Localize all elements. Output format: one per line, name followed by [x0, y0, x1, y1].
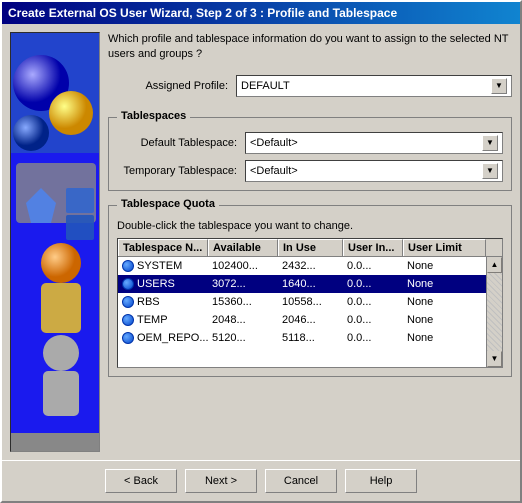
dialog-window: Create External OS User Wizard, Step 2 o…: [0, 0, 522, 503]
col-header-available: Available: [208, 239, 278, 256]
title-text: Create External OS User Wizard, Step 2 o…: [8, 6, 397, 20]
table-cell: 5120...: [208, 331, 278, 345]
default-tablespace-value: <Default>: [250, 137, 298, 149]
table-cell: 2432...: [278, 259, 343, 273]
assigned-profile-label: Assigned Profile:: [108, 80, 228, 92]
tablespace-quota-group: Tablespace Quota Double-click the tables…: [108, 205, 512, 377]
table-row[interactable]: TEMP2048...2046...0.0...None: [118, 311, 486, 329]
cancel-button[interactable]: Cancel: [265, 469, 337, 493]
assigned-profile-arrow[interactable]: ▼: [491, 78, 507, 94]
default-tablespace-select[interactable]: <Default> ▼: [245, 132, 503, 154]
table-cell: 15360...: [208, 295, 278, 309]
table-cell: 2048...: [208, 313, 278, 327]
tablespaces-group-label: Tablespaces: [117, 110, 190, 122]
col-header-user-limit: User Limit: [403, 239, 486, 256]
table-cell: None: [403, 313, 486, 327]
table-cell: None: [403, 277, 486, 291]
table-cell: 0.0...: [343, 295, 403, 309]
temporary-tablespace-arrow[interactable]: ▼: [482, 163, 498, 179]
table-body: SYSTEM102400...2432...0.0...NoneUSERS307…: [118, 257, 486, 367]
table-cell: None: [403, 331, 486, 345]
scroll-thumb: [487, 273, 502, 351]
row-icon: [122, 278, 134, 290]
table-cell: 0.0...: [343, 277, 403, 291]
title-bar: Create External OS User Wizard, Step 2 o…: [2, 2, 520, 24]
table-cell: 5118...: [278, 331, 343, 345]
help-button[interactable]: Help: [345, 469, 417, 493]
table-row[interactable]: USERS3072...1640...0.0...None: [118, 275, 486, 293]
table-cell: 0.0...: [343, 331, 403, 345]
table-row[interactable]: OEM_REPO...5120...5118...0.0...None: [118, 329, 486, 347]
assigned-profile-row: Assigned Profile: DEFAULT ▼: [108, 75, 512, 97]
tablespace-table: Tablespace N... Available In Use User In…: [117, 238, 503, 368]
description-text: Which profile and tablespace information…: [108, 32, 512, 63]
col-header-in-use: In Use: [278, 239, 343, 256]
scroll-down-button[interactable]: ▼: [487, 351, 502, 367]
col-header-name: Tablespace N...: [118, 239, 208, 256]
temporary-tablespace-row: Temporary Tablespace: <Default> ▼: [117, 160, 503, 182]
default-tablespace-arrow[interactable]: ▼: [482, 135, 498, 151]
back-button[interactable]: < Back: [105, 469, 177, 493]
temporary-tablespace-select[interactable]: <Default> ▼: [245, 160, 503, 182]
table-header: Tablespace N... Available In Use User In…: [118, 239, 502, 257]
dialog-content: Which profile and tablespace information…: [2, 24, 520, 460]
table-cell: 0.0...: [343, 313, 403, 327]
left-panel: [10, 32, 100, 452]
row-icon: [122, 332, 134, 344]
table-cell: RBS: [118, 295, 208, 309]
next-button[interactable]: Next >: [185, 469, 257, 493]
temporary-tablespace-value: <Default>: [250, 165, 298, 177]
table-cell: 1640...: [278, 277, 343, 291]
row-icon: [122, 314, 134, 326]
default-tablespace-label: Default Tablespace:: [117, 137, 237, 149]
table-row[interactable]: SYSTEM102400...2432...0.0...None: [118, 257, 486, 275]
tablespaces-group: Tablespaces Default Tablespace: <Default…: [108, 117, 512, 191]
temporary-tablespace-label: Temporary Tablespace:: [117, 165, 237, 177]
table-scrollbar[interactable]: ▲ ▼: [486, 257, 502, 367]
table-cell: TEMP: [118, 313, 208, 327]
tablespace-quota-label: Tablespace Quota: [117, 198, 219, 210]
table-cell: 0.0...: [343, 259, 403, 273]
scroll-up-button[interactable]: ▲: [487, 257, 502, 273]
table-cell: 102400...: [208, 259, 278, 273]
default-tablespace-row: Default Tablespace: <Default> ▼: [117, 132, 503, 154]
table-cell: None: [403, 259, 486, 273]
header-scroll-spacer: [486, 239, 502, 256]
table-cell: 3072...: [208, 277, 278, 291]
table-cell: 10558...: [278, 295, 343, 309]
table-cell: SYSTEM: [118, 259, 208, 273]
quota-instruction: Double-click the tablespace you want to …: [117, 220, 503, 232]
row-icon: [122, 260, 134, 272]
row-icon: [122, 296, 134, 308]
col-header-user-in: User In...: [343, 239, 403, 256]
right-panel: Which profile and tablespace information…: [108, 32, 512, 452]
table-cell: None: [403, 295, 486, 309]
assigned-profile-select[interactable]: DEFAULT ▼: [236, 75, 512, 97]
table-cell: USERS: [118, 277, 208, 291]
button-bar: < Back Next > Cancel Help: [2, 460, 520, 501]
table-row[interactable]: RBS15360...10558...0.0...None: [118, 293, 486, 311]
table-cell: 2046...: [278, 313, 343, 327]
table-cell: OEM_REPO...: [118, 331, 208, 345]
assigned-profile-value: DEFAULT: [241, 80, 290, 92]
decorative-art: [11, 33, 100, 433]
table-wrapper: SYSTEM102400...2432...0.0...NoneUSERS307…: [118, 257, 502, 367]
